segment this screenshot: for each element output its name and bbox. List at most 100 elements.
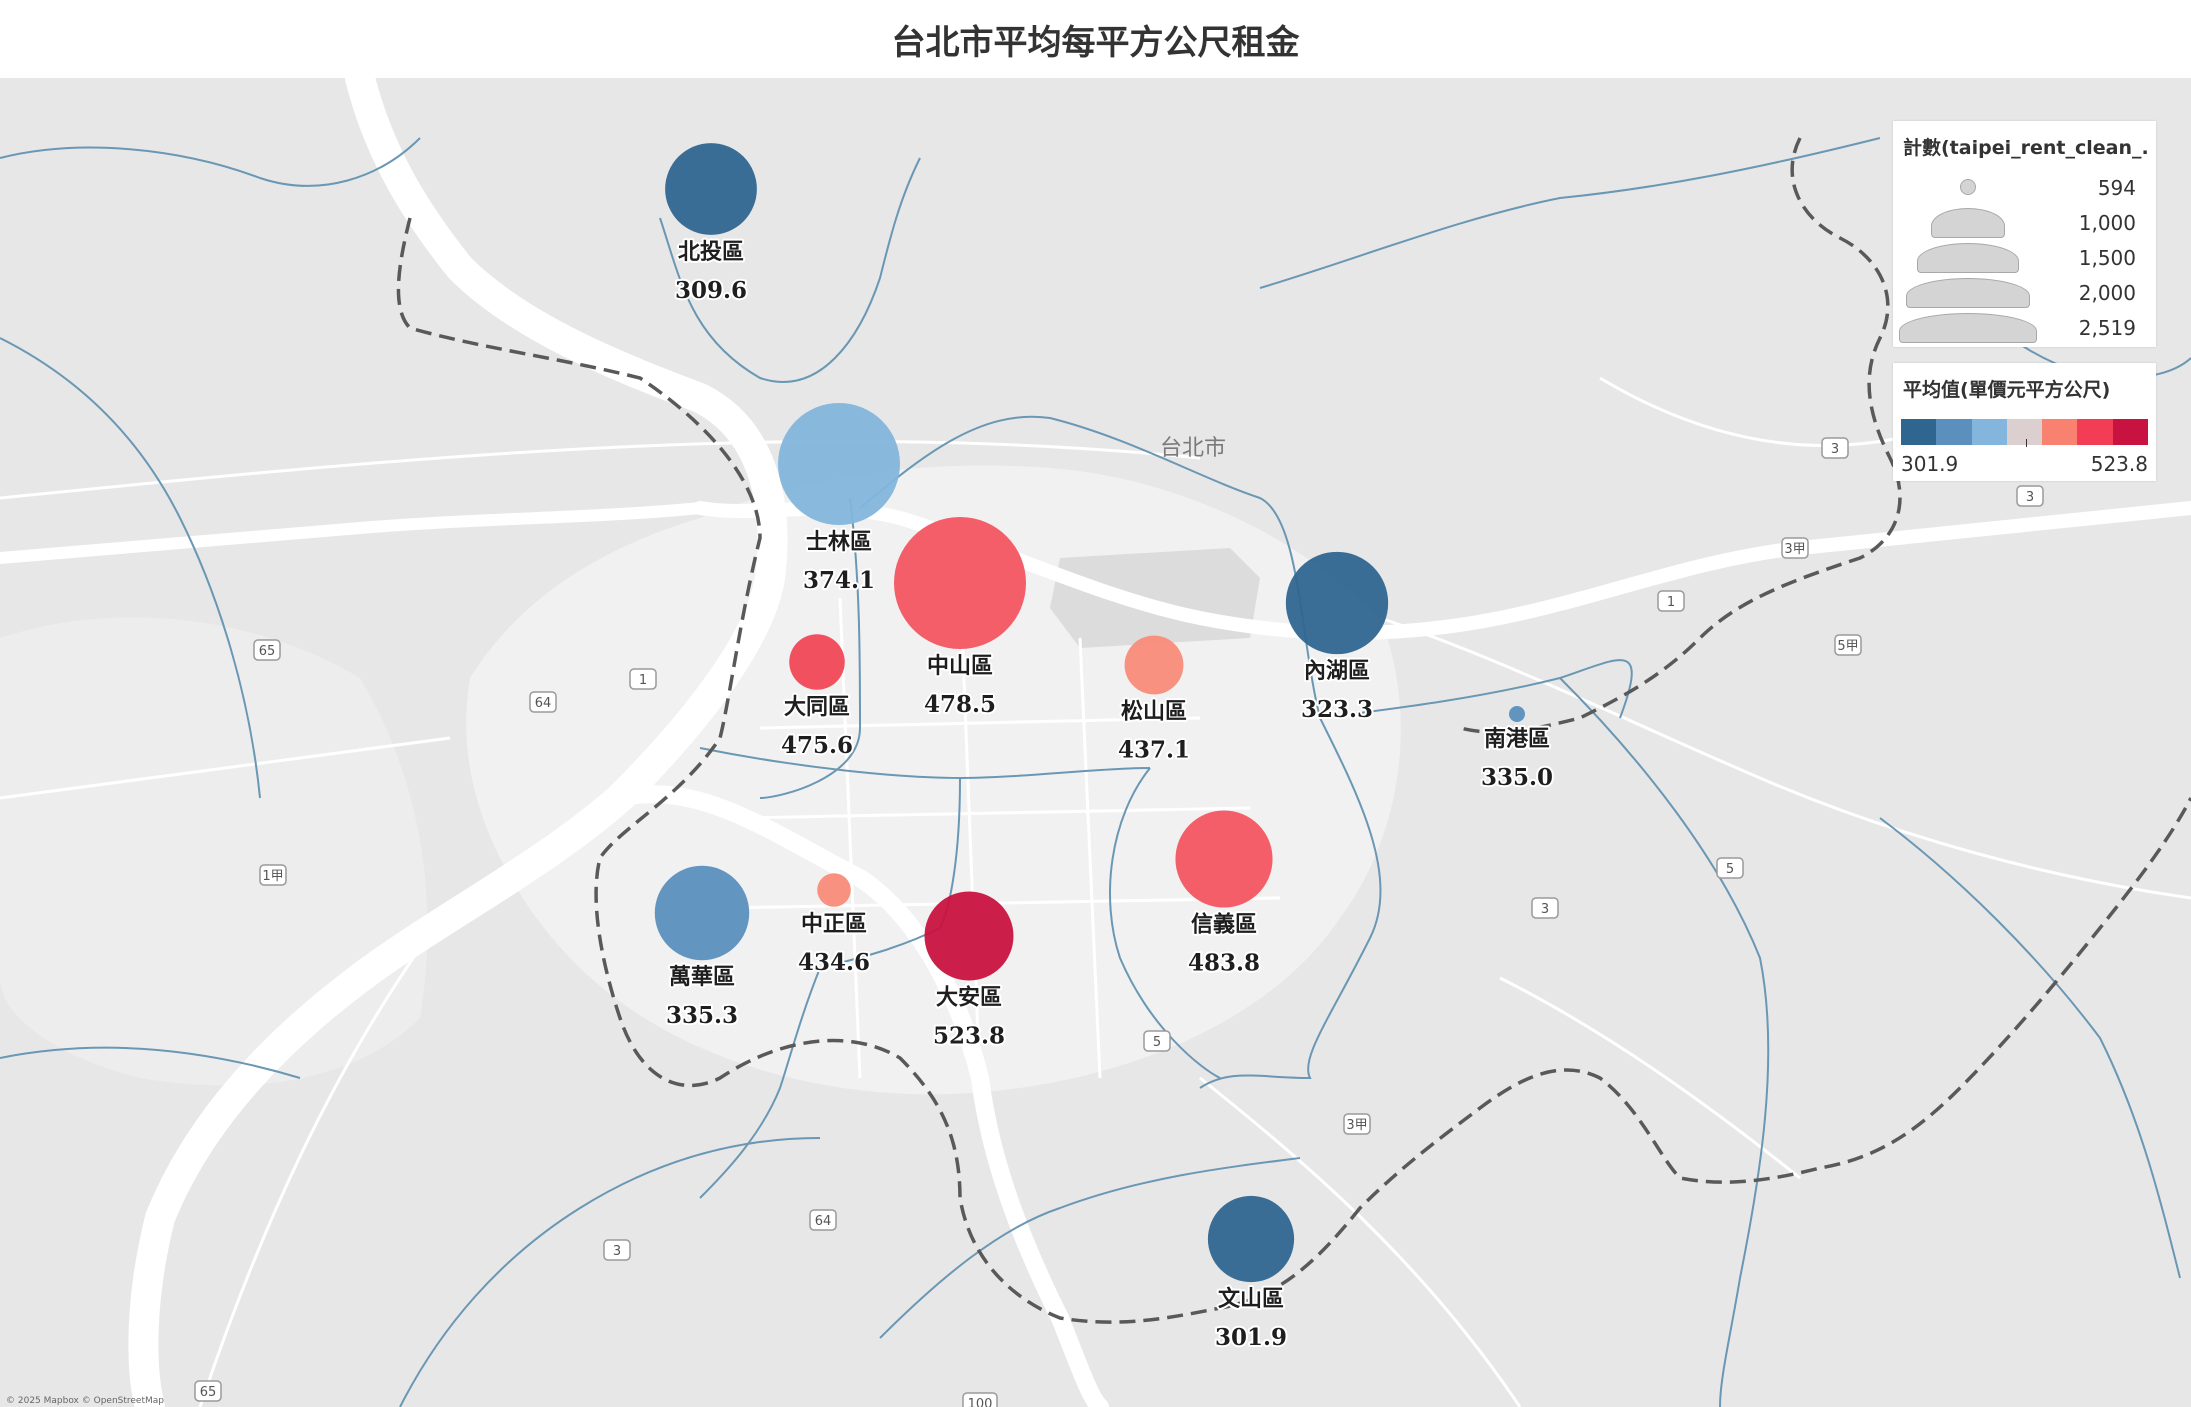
svg-text:3甲: 3甲 [1346, 1118, 1367, 1133]
color-ramp-tick [2026, 439, 2027, 447]
road-shield-icon: 3甲 [1781, 537, 1809, 559]
size-legend-symbol [1931, 208, 2005, 238]
district-name: 萬華區 [669, 964, 735, 990]
district-bubble[interactable] [778, 403, 900, 525]
size-legend: 計數(taipei_rent_clean_... 594 1,000 1,500… [1893, 121, 2156, 347]
district-value: 301.9 [1215, 1324, 1287, 1351]
district-value: 475.6 [781, 732, 853, 759]
road-shield-icon: 1甲 [259, 864, 287, 886]
road-shield-icon: 64 [529, 691, 557, 713]
district-name: 北投區 [678, 239, 744, 265]
district-value: 374.1 [803, 567, 875, 594]
road-shield-icon: 64 [809, 1209, 837, 1231]
district-marker[interactable]: 內湖區 323.3 [1285, 551, 1389, 725]
district-name: 士林區 [806, 529, 872, 555]
svg-text:5: 5 [1726, 862, 1734, 877]
color-legend: 平均值(單價元平方公尺) 301.9 523.8 [1893, 363, 2156, 481]
district-name: 文山區 [1218, 1286, 1284, 1312]
district-value: 437.1 [1118, 736, 1190, 763]
size-legend-symbol [1906, 278, 2030, 308]
road-shield-icon: 65 [194, 1380, 222, 1402]
district-name: 信義區 [1191, 912, 1257, 938]
size-legend-symbol [1899, 313, 2037, 343]
district-bubble[interactable] [1175, 810, 1273, 908]
urban-area-west [0, 617, 428, 1086]
color-ramp-step [1971, 419, 2007, 445]
road-shield-icon: 3 [1821, 437, 1849, 459]
size-legend-row: 2,000 [1893, 278, 2156, 308]
size-legend-row: 594 [1893, 173, 2156, 203]
district-bubble[interactable] [654, 865, 750, 961]
road-shield-icon: 1 [1657, 590, 1685, 612]
road-shield-icon: 100 [962, 1392, 998, 1407]
district-bubble[interactable] [894, 517, 1026, 649]
svg-text:65: 65 [200, 1385, 217, 1400]
district-value: 335.0 [1481, 764, 1553, 791]
district-bubble[interactable] [789, 634, 845, 690]
district-name: 松山區 [1121, 698, 1187, 724]
road-shield-icon: 3 [603, 1239, 631, 1261]
district-name: 中山區 [927, 653, 993, 679]
svg-text:3: 3 [1541, 902, 1549, 917]
district-marker[interactable]: 信義區 483.8 [1175, 810, 1273, 979]
svg-text:1: 1 [1667, 595, 1675, 610]
district-marker[interactable]: 松山區 437.1 [1116, 635, 1192, 765]
size-legend-label: 2,519 [2078, 316, 2136, 340]
svg-text:3: 3 [2026, 490, 2034, 505]
color-ramp-step [1901, 419, 1937, 445]
svg-text:5: 5 [1153, 1035, 1161, 1050]
size-legend-label: 2,000 [2078, 281, 2136, 305]
svg-text:5甲: 5甲 [1837, 639, 1858, 654]
svg-text:64: 64 [535, 696, 552, 711]
color-legend-title: 平均值(單價元平方公尺) [1903, 379, 2111, 401]
district-name: 內湖區 [1304, 658, 1370, 684]
district-name: 大安區 [936, 985, 1002, 1011]
map-attribution[interactable]: © 2025 Mapbox © OpenStreetMap [6, 1396, 164, 1406]
color-legend-max: 523.8 [2090, 452, 2148, 476]
district-value: 478.5 [924, 691, 996, 718]
district-value: 309.6 [675, 277, 747, 304]
svg-text:3: 3 [1831, 442, 1839, 457]
map-canvas[interactable]: 65 64 1 1甲 3 3甲 3 5甲 1 5 3 5 3甲 64 3 65 100 台北市 北投區 309.6… [0, 78, 2191, 1407]
district-bubble[interactable] [1124, 635, 1184, 695]
district-bubble[interactable] [817, 873, 851, 907]
district-marker[interactable]: 大同區 475.6 [779, 634, 855, 761]
district-bubble[interactable] [1509, 706, 1525, 722]
size-legend-symbol [1960, 179, 1976, 195]
district-bubble[interactable] [665, 143, 757, 235]
size-legend-label: 1,500 [2078, 246, 2136, 270]
district-value: 323.3 [1301, 696, 1373, 723]
svg-text:1甲: 1甲 [262, 869, 283, 884]
district-value: 483.8 [1188, 950, 1260, 977]
road-shield-icon: 3甲 [1343, 1113, 1371, 1135]
size-legend-row: 1,500 [1893, 243, 2156, 273]
road-shield-icon: 5 [1143, 1030, 1171, 1052]
size-legend-symbol [1917, 243, 2019, 273]
district-name: 南港區 [1484, 726, 1550, 752]
svg-text:65: 65 [259, 644, 276, 659]
airport [1050, 548, 1260, 648]
district-value: 335.3 [666, 1002, 738, 1029]
size-legend-label: 1,000 [2078, 211, 2136, 235]
color-ramp [1901, 419, 2148, 445]
svg-text:3: 3 [613, 1244, 621, 1259]
district-name: 中正區 [801, 911, 867, 937]
road-shield-icon: 3 [2016, 485, 2044, 507]
size-legend-row: 2,519 [1893, 313, 2156, 343]
color-legend-min: 301.9 [1901, 452, 1959, 476]
district-value: 434.6 [798, 949, 870, 976]
district-bubble[interactable] [1285, 551, 1389, 655]
size-legend-label: 594 [2097, 176, 2136, 200]
color-ramp-step [2112, 419, 2148, 445]
road-shield-icon: 5 [1716, 857, 1744, 879]
road-shield-icon: 5甲 [1834, 634, 1862, 656]
svg-text:1: 1 [639, 673, 647, 688]
color-ramp-step [2006, 419, 2043, 445]
road-shield-icon: 3 [1531, 897, 1559, 919]
svg-text:64: 64 [815, 1214, 832, 1229]
color-ramp-step [2077, 419, 2113, 445]
size-legend-title: 計數(taipei_rent_clean_... [1903, 137, 2148, 159]
district-bubble[interactable] [1207, 1195, 1295, 1283]
district-value: 523.8 [933, 1023, 1005, 1050]
district-bubble[interactable] [924, 891, 1014, 981]
